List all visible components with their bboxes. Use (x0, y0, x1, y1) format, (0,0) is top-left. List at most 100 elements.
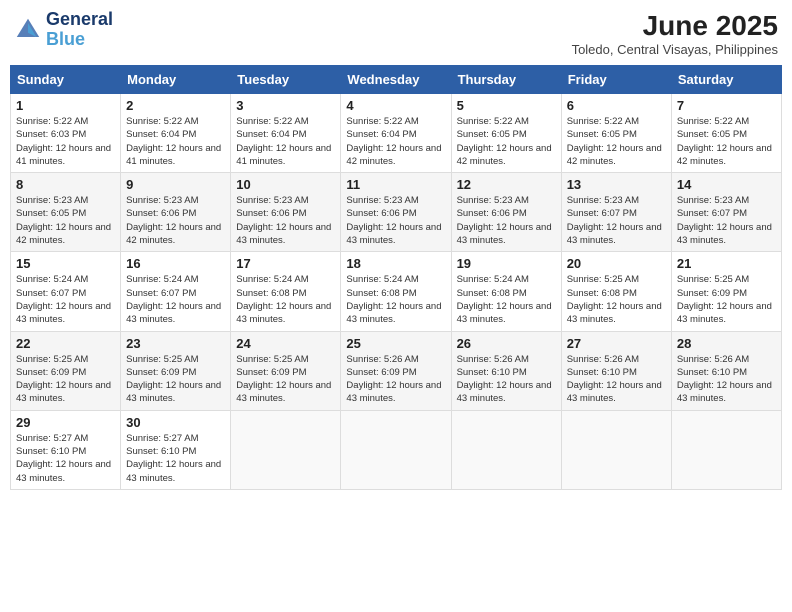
day-number: 20 (567, 256, 666, 271)
day-info: Sunrise: 5:22 AM Sunset: 6:04 PM Dayligh… (126, 115, 225, 168)
day-number: 10 (236, 177, 335, 192)
day-info: Sunrise: 5:26 AM Sunset: 6:10 PM Dayligh… (677, 353, 776, 406)
day-number: 2 (126, 98, 225, 113)
calendar-cell: 17 Sunrise: 5:24 AM Sunset: 6:08 PM Dayl… (231, 252, 341, 331)
day-info: Sunrise: 5:27 AM Sunset: 6:10 PM Dayligh… (126, 432, 225, 485)
calendar-cell: 20 Sunrise: 5:25 AM Sunset: 6:08 PM Dayl… (561, 252, 671, 331)
day-number: 27 (567, 336, 666, 351)
calendar-cell: 23 Sunrise: 5:25 AM Sunset: 6:09 PM Dayl… (121, 331, 231, 410)
col-wednesday: Wednesday (341, 66, 451, 94)
calendar-cell: 6 Sunrise: 5:22 AM Sunset: 6:05 PM Dayli… (561, 94, 671, 173)
calendar-cell: 29 Sunrise: 5:27 AM Sunset: 6:10 PM Dayl… (11, 410, 121, 489)
calendar-cell: 19 Sunrise: 5:24 AM Sunset: 6:08 PM Dayl… (451, 252, 561, 331)
page-header: General Blue June 2025 Toledo, Central V… (10, 10, 782, 57)
col-tuesday: Tuesday (231, 66, 341, 94)
day-number: 25 (346, 336, 445, 351)
day-info: Sunrise: 5:23 AM Sunset: 6:06 PM Dayligh… (236, 194, 335, 247)
title-section: June 2025 Toledo, Central Visayas, Phili… (572, 10, 778, 57)
calendar-cell (671, 410, 781, 489)
calendar-cell (451, 410, 561, 489)
day-info: Sunrise: 5:25 AM Sunset: 6:09 PM Dayligh… (126, 353, 225, 406)
calendar-cell: 27 Sunrise: 5:26 AM Sunset: 6:10 PM Dayl… (561, 331, 671, 410)
day-number: 9 (126, 177, 225, 192)
calendar-cell: 18 Sunrise: 5:24 AM Sunset: 6:08 PM Dayl… (341, 252, 451, 331)
calendar-cell: 3 Sunrise: 5:22 AM Sunset: 6:04 PM Dayli… (231, 94, 341, 173)
day-number: 15 (16, 256, 115, 271)
calendar-cell: 4 Sunrise: 5:22 AM Sunset: 6:04 PM Dayli… (341, 94, 451, 173)
day-info: Sunrise: 5:26 AM Sunset: 6:10 PM Dayligh… (567, 353, 666, 406)
calendar-cell (341, 410, 451, 489)
day-number: 3 (236, 98, 335, 113)
calendar-header-row: Sunday Monday Tuesday Wednesday Thursday… (11, 66, 782, 94)
day-info: Sunrise: 5:24 AM Sunset: 6:08 PM Dayligh… (346, 273, 445, 326)
day-number: 30 (126, 415, 225, 430)
logo-line2: Blue (46, 29, 85, 49)
day-info: Sunrise: 5:22 AM Sunset: 6:05 PM Dayligh… (677, 115, 776, 168)
col-friday: Friday (561, 66, 671, 94)
calendar-week-row: 22 Sunrise: 5:25 AM Sunset: 6:09 PM Dayl… (11, 331, 782, 410)
calendar-week-row: 8 Sunrise: 5:23 AM Sunset: 6:05 PM Dayli… (11, 173, 782, 252)
month-title: June 2025 (572, 10, 778, 42)
day-number: 11 (346, 177, 445, 192)
day-number: 28 (677, 336, 776, 351)
day-number: 26 (457, 336, 556, 351)
logo-text: General Blue (46, 10, 113, 50)
day-info: Sunrise: 5:24 AM Sunset: 6:07 PM Dayligh… (126, 273, 225, 326)
day-number: 23 (126, 336, 225, 351)
day-info: Sunrise: 5:24 AM Sunset: 6:08 PM Dayligh… (236, 273, 335, 326)
calendar-week-row: 1 Sunrise: 5:22 AM Sunset: 6:03 PM Dayli… (11, 94, 782, 173)
calendar-cell: 28 Sunrise: 5:26 AM Sunset: 6:10 PM Dayl… (671, 331, 781, 410)
calendar-cell: 21 Sunrise: 5:25 AM Sunset: 6:09 PM Dayl… (671, 252, 781, 331)
calendar-cell: 24 Sunrise: 5:25 AM Sunset: 6:09 PM Dayl… (231, 331, 341, 410)
day-number: 22 (16, 336, 115, 351)
calendar-cell: 11 Sunrise: 5:23 AM Sunset: 6:06 PM Dayl… (341, 173, 451, 252)
day-number: 7 (677, 98, 776, 113)
calendar-week-row: 15 Sunrise: 5:24 AM Sunset: 6:07 PM Dayl… (11, 252, 782, 331)
logo: General Blue (14, 10, 113, 50)
logo-icon (14, 16, 42, 44)
day-number: 17 (236, 256, 335, 271)
calendar-cell: 14 Sunrise: 5:23 AM Sunset: 6:07 PM Dayl… (671, 173, 781, 252)
calendar-cell: 5 Sunrise: 5:22 AM Sunset: 6:05 PM Dayli… (451, 94, 561, 173)
col-monday: Monday (121, 66, 231, 94)
day-info: Sunrise: 5:22 AM Sunset: 6:04 PM Dayligh… (346, 115, 445, 168)
day-info: Sunrise: 5:25 AM Sunset: 6:09 PM Dayligh… (677, 273, 776, 326)
calendar-cell (231, 410, 341, 489)
day-number: 12 (457, 177, 556, 192)
day-number: 18 (346, 256, 445, 271)
day-info: Sunrise: 5:23 AM Sunset: 6:07 PM Dayligh… (567, 194, 666, 247)
calendar-cell: 26 Sunrise: 5:26 AM Sunset: 6:10 PM Dayl… (451, 331, 561, 410)
calendar-cell: 10 Sunrise: 5:23 AM Sunset: 6:06 PM Dayl… (231, 173, 341, 252)
day-number: 16 (126, 256, 225, 271)
day-info: Sunrise: 5:23 AM Sunset: 6:07 PM Dayligh… (677, 194, 776, 247)
logo-line1: General (46, 10, 113, 30)
day-info: Sunrise: 5:25 AM Sunset: 6:09 PM Dayligh… (236, 353, 335, 406)
day-info: Sunrise: 5:26 AM Sunset: 6:10 PM Dayligh… (457, 353, 556, 406)
col-sunday: Sunday (11, 66, 121, 94)
calendar-cell: 9 Sunrise: 5:23 AM Sunset: 6:06 PM Dayli… (121, 173, 231, 252)
day-number: 24 (236, 336, 335, 351)
col-thursday: Thursday (451, 66, 561, 94)
day-info: Sunrise: 5:24 AM Sunset: 6:07 PM Dayligh… (16, 273, 115, 326)
day-number: 21 (677, 256, 776, 271)
day-info: Sunrise: 5:26 AM Sunset: 6:09 PM Dayligh… (346, 353, 445, 406)
calendar-cell (561, 410, 671, 489)
day-info: Sunrise: 5:23 AM Sunset: 6:06 PM Dayligh… (126, 194, 225, 247)
calendar-table: Sunday Monday Tuesday Wednesday Thursday… (10, 65, 782, 490)
calendar-week-row: 29 Sunrise: 5:27 AM Sunset: 6:10 PM Dayl… (11, 410, 782, 489)
day-info: Sunrise: 5:22 AM Sunset: 6:05 PM Dayligh… (567, 115, 666, 168)
calendar-cell: 30 Sunrise: 5:27 AM Sunset: 6:10 PM Dayl… (121, 410, 231, 489)
day-number: 19 (457, 256, 556, 271)
calendar-cell: 13 Sunrise: 5:23 AM Sunset: 6:07 PM Dayl… (561, 173, 671, 252)
calendar-cell: 7 Sunrise: 5:22 AM Sunset: 6:05 PM Dayli… (671, 94, 781, 173)
day-number: 5 (457, 98, 556, 113)
day-info: Sunrise: 5:22 AM Sunset: 6:03 PM Dayligh… (16, 115, 115, 168)
calendar-cell: 2 Sunrise: 5:22 AM Sunset: 6:04 PM Dayli… (121, 94, 231, 173)
day-info: Sunrise: 5:27 AM Sunset: 6:10 PM Dayligh… (16, 432, 115, 485)
day-info: Sunrise: 5:25 AM Sunset: 6:09 PM Dayligh… (16, 353, 115, 406)
location-title: Toledo, Central Visayas, Philippines (572, 42, 778, 57)
calendar-cell: 25 Sunrise: 5:26 AM Sunset: 6:09 PM Dayl… (341, 331, 451, 410)
day-info: Sunrise: 5:23 AM Sunset: 6:06 PM Dayligh… (457, 194, 556, 247)
calendar-cell: 15 Sunrise: 5:24 AM Sunset: 6:07 PM Dayl… (11, 252, 121, 331)
day-number: 13 (567, 177, 666, 192)
